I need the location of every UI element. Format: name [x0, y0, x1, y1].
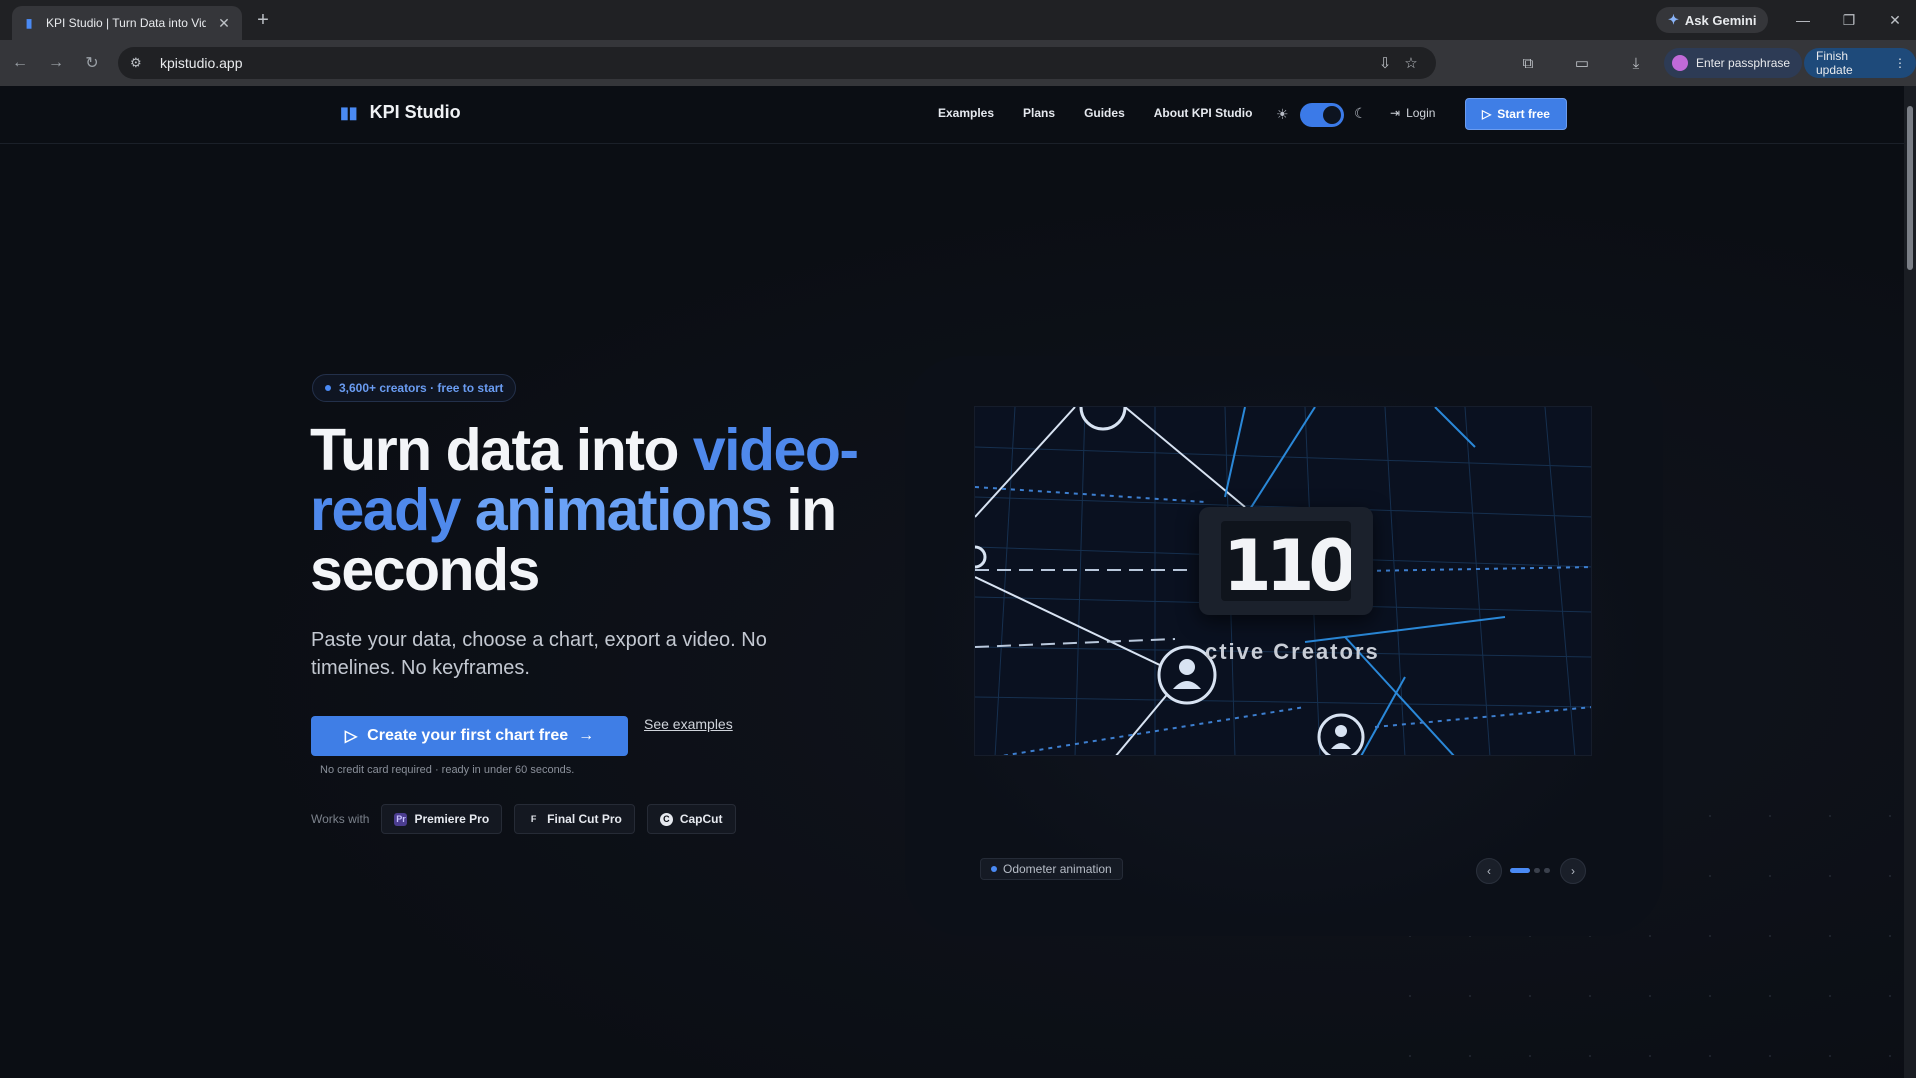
see-examples-link[interactable]: See examples	[644, 716, 733, 732]
preview-overlay-text: ctive Creators	[1205, 639, 1380, 664]
close-icon[interactable]: ✕	[216, 15, 232, 31]
integration-final-cut-pro[interactable]: F Final Cut Pro	[514, 804, 635, 834]
creators-badge: 3,600+ creators · free to start	[312, 374, 517, 402]
headline-part2	[460, 477, 475, 543]
new-tab-button[interactable]: +	[252, 9, 274, 31]
login-icon: ⇥	[1390, 106, 1401, 120]
integration-capcut[interactable]: C CapCut	[646, 804, 736, 834]
works-with: Works with Pr Premiere Pro F Final Cut P…	[311, 804, 736, 834]
browser-toolbar: ← → ↻ ⚙ kpistudio.app ⇩ ☆ ⧉ ▭ ⤓ Enter pa…	[0, 40, 1916, 86]
tab-title: KPI Studio | Turn Data into Vide	[46, 16, 206, 30]
ask-gemini-button[interactable]: ✦ Ask Gemini	[1656, 7, 1769, 33]
download-icon[interactable]: ⤓	[1624, 51, 1648, 75]
hero-subtext: Paste your data, choose a chart, export …	[311, 629, 767, 679]
ask-gemini-label: Ask Gemini	[1684, 12, 1757, 28]
works-with-label: Works with	[311, 812, 370, 826]
login-label: Login	[1406, 106, 1436, 120]
badge-text: 3,600+ creators · free to start	[339, 381, 504, 395]
brand[interactable]: ▮▮ KPI Studio	[340, 102, 461, 123]
bar-chart-icon: ▮	[25, 16, 33, 30]
odometer-counter: 110	[1199, 507, 1373, 615]
forward-icon[interactable]: →	[44, 51, 68, 75]
carousel-prev-button[interactable]: ‹	[1476, 858, 1502, 884]
premiere-pro-icon: Pr	[394, 812, 408, 826]
odometer-window: 110	[1221, 521, 1351, 601]
headline-part1: Turn data into	[310, 417, 693, 483]
nav-plans[interactable]: Plans	[1023, 106, 1055, 120]
nav-about[interactable]: About KPI Studio	[1154, 106, 1253, 120]
browser-tab[interactable]: ▮ KPI Studio | Turn Data into Vide ✕	[12, 6, 242, 40]
logo-icon: ▮▮	[340, 104, 358, 122]
arrow-right-icon: →	[578, 727, 595, 744]
create-chart-button[interactable]: ▷ Create your first chart free →	[311, 716, 628, 756]
restore-icon[interactable]: ❐	[1836, 8, 1862, 32]
preview-label: Odometer animation	[980, 858, 1123, 880]
carousel-dot[interactable]	[1544, 868, 1550, 873]
cta-label: Create your first chart free	[367, 727, 569, 744]
brand-name: KPI Studio	[369, 102, 461, 122]
carousel-next-button[interactable]: ›	[1560, 858, 1586, 884]
page-content: ▮▮ KPI Studio Examples Plans Guides Abou…	[0, 86, 1904, 1078]
minimize-icon[interactable]: —	[1790, 8, 1816, 32]
start-free-label: Start free	[1497, 107, 1550, 121]
more-vert-icon: ⋮	[1894, 56, 1906, 70]
passphrase-button[interactable]: Enter passphrase	[1664, 48, 1803, 78]
start-free-button[interactable]: ▷ Start free	[1465, 98, 1567, 130]
theme-toggle[interactable]	[1300, 103, 1344, 127]
carousel-dot[interactable]	[1534, 868, 1540, 873]
extensions-icon[interactable]: ⧉	[1516, 51, 1540, 75]
carousel-dot[interactable]	[1510, 868, 1530, 873]
fineprint: No credit card required · ready in under…	[320, 764, 575, 776]
capcut-icon: C	[659, 812, 673, 826]
gemini-icon: ✦	[1668, 12, 1679, 27]
site-info-icon[interactable]: ⚙	[130, 55, 148, 71]
page-scrollbar[interactable]	[1904, 86, 1916, 1078]
reading-mode-icon[interactable]: ▭	[1570, 51, 1594, 75]
login-link[interactable]: ⇥ Login	[1390, 106, 1435, 120]
integration-label: Premiere Pro	[414, 812, 490, 826]
carousel-dots	[1510, 868, 1550, 873]
play-icon: ▷	[344, 728, 358, 745]
url-text[interactable]: kpistudio.app	[160, 55, 1372, 71]
nav-guides[interactable]: Guides	[1084, 106, 1125, 120]
main-nav: Examples Plans Guides About KPI Studio	[938, 106, 1252, 120]
odometer-digits: 110	[1223, 525, 1351, 601]
reload-icon[interactable]: ↻	[80, 51, 104, 75]
bookmark-star-icon[interactable]: ☆	[1398, 54, 1424, 72]
scrollbar-thumb[interactable]	[1907, 106, 1913, 270]
profile-avatar	[1672, 55, 1688, 71]
badge-dot	[325, 385, 331, 391]
install-app-icon[interactable]: ⇩	[1372, 54, 1398, 72]
final-cut-pro-icon: F	[530, 814, 537, 824]
finish-update-label: Finish update	[1816, 49, 1853, 77]
window-close-icon[interactable]: ✕	[1882, 8, 1908, 32]
sun-icon: ☀	[1276, 106, 1289, 122]
integration-label: CapCut	[679, 812, 723, 826]
integration-label: Final Cut Pro	[547, 812, 622, 826]
label-dot	[991, 866, 997, 872]
moon-icon: ☾	[1354, 105, 1367, 121]
preview-label-text: Odometer animation	[1003, 862, 1112, 876]
passphrase-label: Enter passphrase	[1696, 56, 1791, 70]
play-icon: ▷	[1482, 107, 1492, 121]
headline-accent2: animations	[474, 477, 773, 543]
preview-video[interactable]: 110 ctive Creators	[974, 406, 1592, 756]
integration-premiere-pro[interactable]: Pr Premiere Pro	[381, 804, 503, 834]
address-bar[interactable]: ⚙ kpistudio.app ⇩ ☆	[118, 47, 1436, 79]
nav-examples[interactable]: Examples	[938, 106, 994, 120]
toggle-knob	[1323, 106, 1341, 124]
site-header: ▮▮ KPI Studio Examples Plans Guides Abou…	[0, 86, 1904, 144]
back-icon[interactable]: ←	[8, 51, 32, 75]
hero-headline: Turn data into video-ready animations in…	[310, 420, 910, 600]
browser-tab-bar: ▮ KPI Studio | Turn Data into Vide ✕ + ✦…	[0, 0, 1916, 40]
finish-update-button[interactable]: Finish update ⋮	[1804, 48, 1916, 78]
